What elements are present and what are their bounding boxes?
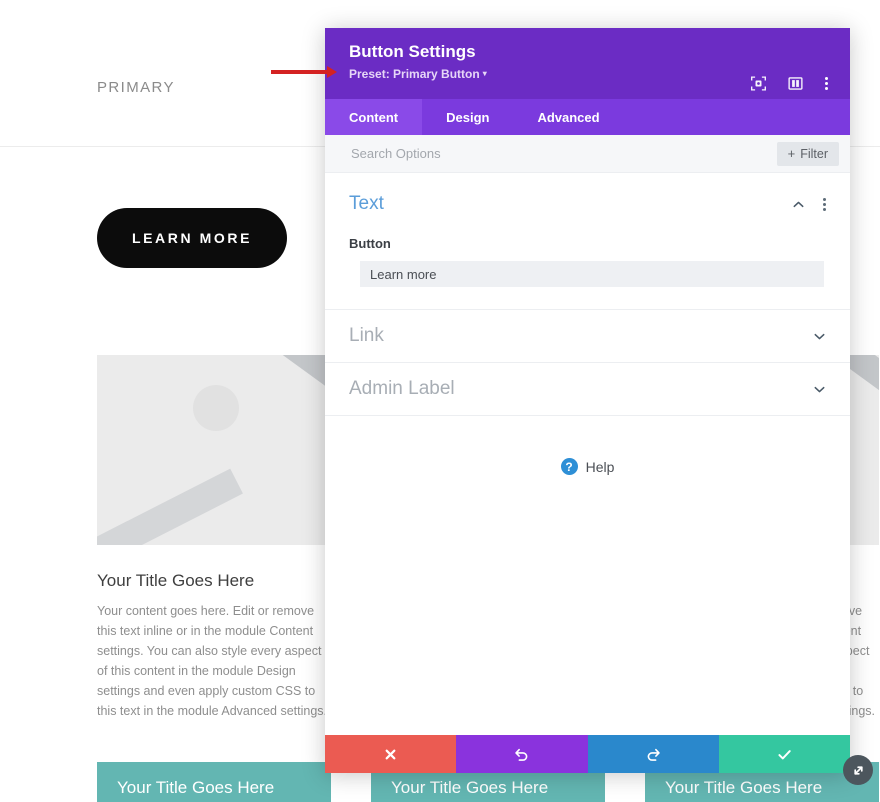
chevron-down-icon[interactable]	[813, 330, 826, 343]
section-link[interactable]: Link	[325, 310, 850, 363]
section-text-header[interactable]: Text	[349, 193, 826, 215]
tab-design[interactable]: Design	[422, 99, 513, 135]
teal-card-title: Your Title Goes Here	[117, 778, 275, 797]
layout-columns-icon[interactable]	[787, 75, 804, 92]
chevron-down-icon[interactable]	[813, 383, 826, 396]
button-settings-panel: Button Settings Preset: Primary Button ▾ …	[325, 28, 850, 773]
primary-section-label: PRIMARY	[97, 79, 175, 96]
panel-footer	[325, 735, 850, 773]
chevron-down-icon: ▾	[482, 69, 487, 78]
close-icon	[385, 749, 396, 759]
section-text-controls	[792, 197, 826, 212]
placeholder-circle-icon	[193, 385, 239, 431]
help-question-icon: ?	[560, 458, 578, 475]
teal-card: Your Title Goes Here	[97, 762, 331, 802]
check-icon	[778, 749, 791, 759]
section-kebab-menu-icon[interactable]	[822, 197, 826, 212]
tab-advanced[interactable]: Advanced	[513, 99, 623, 135]
filter-button[interactable]: + Filter	[776, 141, 839, 166]
kebab-menu-icon[interactable]	[824, 75, 828, 92]
search-options-input[interactable]	[349, 145, 777, 162]
redo-icon	[647, 748, 660, 761]
section-admin-label[interactable]: Admin Label	[325, 363, 850, 416]
section-admin-label-title: Admin Label	[349, 378, 455, 399]
panel-header: Button Settings Preset: Primary Button ▾	[325, 28, 850, 99]
section-link-title: Link	[349, 325, 384, 346]
placeholder-mountain-icon	[97, 468, 243, 545]
panel-body: Text Button Link Admin L	[325, 173, 850, 735]
button-text-input[interactable]	[360, 261, 824, 287]
help-link[interactable]: ? Help	[325, 458, 850, 475]
chevron-up-icon[interactable]	[792, 198, 805, 211]
save-button[interactable]	[718, 735, 850, 773]
panel-header-icons	[750, 75, 832, 92]
tab-content[interactable]: Content	[325, 99, 423, 135]
resize-diagonal-icon	[853, 765, 863, 775]
annotation-arrow-icon	[271, 66, 337, 78]
button-field-label: Button	[349, 236, 391, 251]
undo-icon	[515, 748, 528, 761]
resize-handle[interactable]	[843, 755, 873, 785]
cancel-button[interactable]	[325, 735, 457, 773]
undo-button[interactable]	[456, 735, 588, 773]
panel-tabs: Content Design Advanced	[325, 99, 850, 135]
image-placeholder	[97, 355, 331, 545]
plus-icon: +	[787, 146, 796, 161]
preset-dropdown[interactable]: Preset: Primary Button ▾	[349, 67, 487, 81]
section-text-title: Text	[349, 193, 384, 214]
preset-label: Preset: Primary Button	[349, 67, 480, 81]
column-body: Your content goes here. Edit or remove t…	[97, 604, 327, 718]
section-text: Text Button	[325, 173, 850, 310]
filter-button-label: Filter	[800, 146, 828, 161]
panel-search-row: + Filter	[325, 135, 850, 173]
teal-card-title: Your Title Goes Here	[391, 778, 549, 797]
fullscreen-icon[interactable]	[750, 75, 767, 92]
content-column: Your Title Goes Here Your content goes h…	[97, 355, 331, 721]
redo-button[interactable]	[587, 735, 719, 773]
learn-more-button[interactable]: LEARN MORE	[97, 208, 287, 268]
teal-card-title: Your Title Goes Here	[665, 778, 823, 797]
help-label: Help	[585, 458, 615, 475]
panel-title: Button Settings	[349, 42, 476, 61]
column-title: Your Title Goes Here	[97, 571, 255, 590]
